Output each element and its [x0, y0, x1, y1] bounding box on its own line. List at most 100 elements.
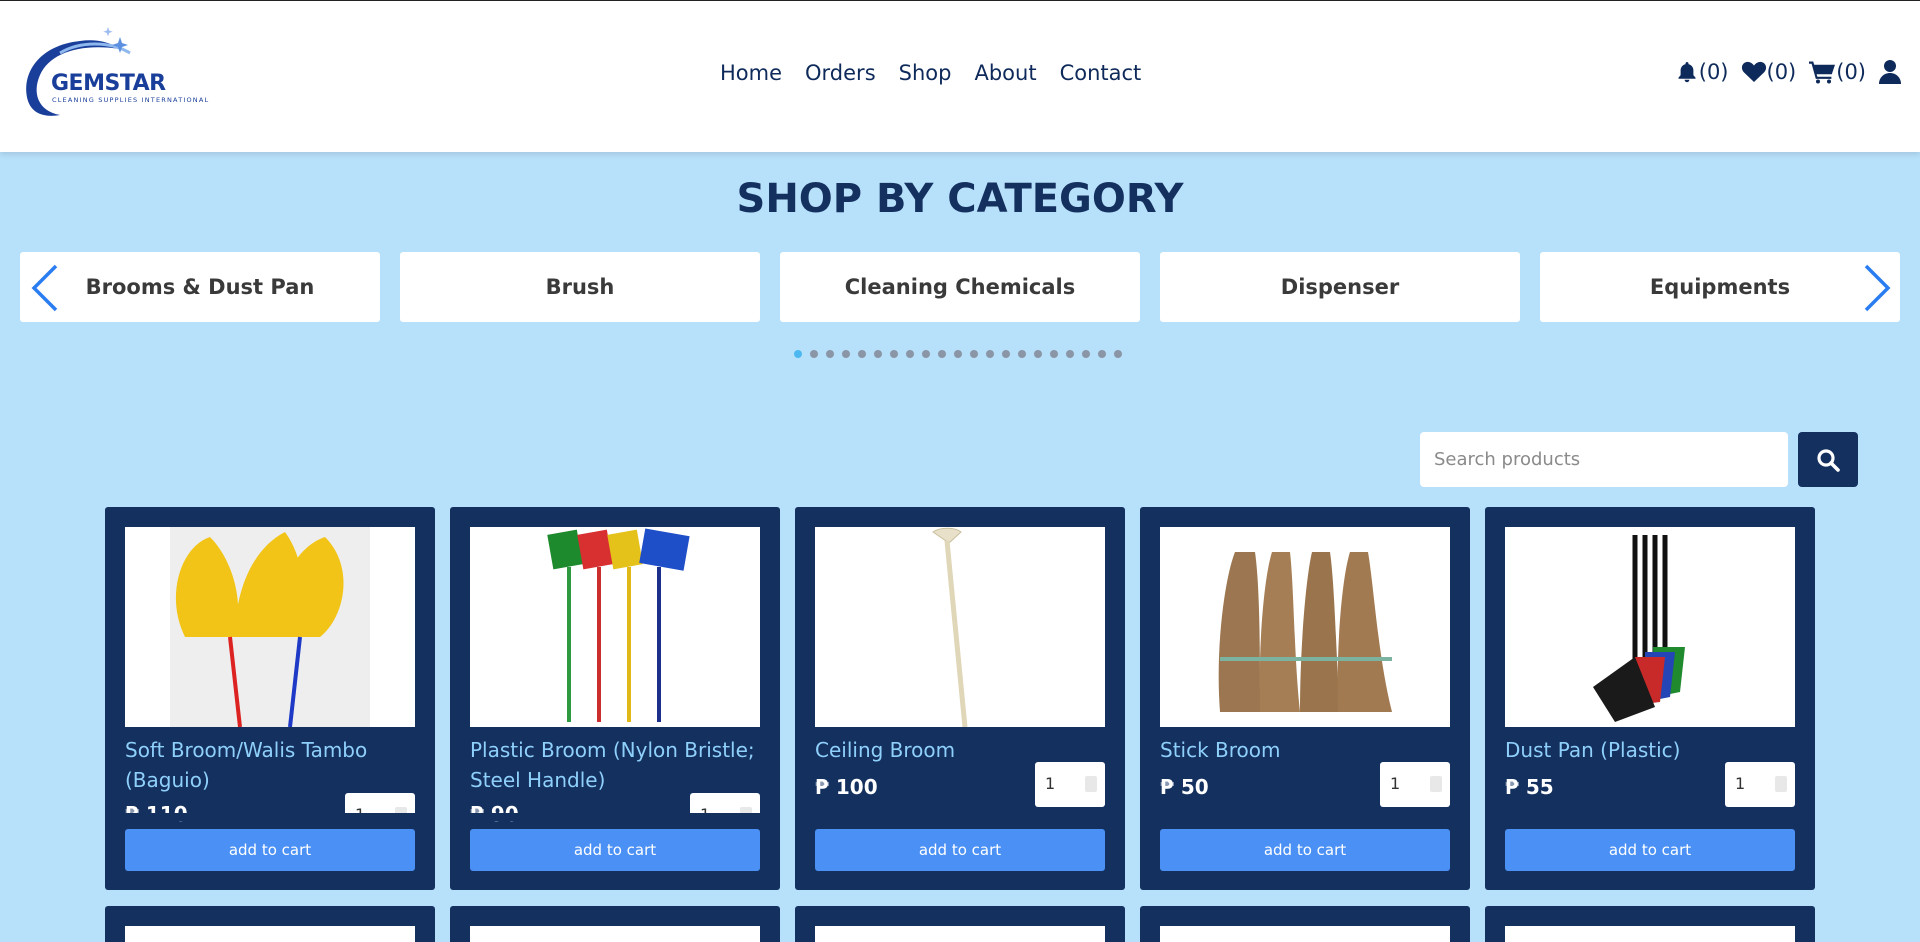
- product-name: Dust Pan (Plastic): [1505, 738, 1681, 762]
- carousel-dot[interactable]: [1034, 350, 1042, 358]
- carousel-dot[interactable]: [842, 350, 850, 358]
- product-price: ₱ 100: [815, 775, 878, 799]
- spinner-arrows-icon[interactable]: [1085, 776, 1097, 792]
- product-card: [450, 906, 780, 942]
- wishlist-count: (0): [1766, 60, 1797, 84]
- carousel-dot[interactable]: [874, 350, 882, 358]
- add-to-cart-button[interactable]: add to cart: [470, 829, 760, 871]
- search-input[interactable]: [1420, 432, 1788, 487]
- product-card: [1140, 906, 1470, 942]
- category-label: Cleaning Chemicals: [844, 275, 1076, 299]
- add-to-cart-button[interactable]: add to cart: [1160, 829, 1450, 871]
- add-to-cart-button[interactable]: add to cart: [125, 829, 415, 871]
- user-icon: [1879, 60, 1901, 84]
- carousel-prev-arrow-icon[interactable]: [30, 264, 60, 312]
- carousel-dot[interactable]: [986, 350, 994, 358]
- carousel-dot[interactable]: [890, 350, 898, 358]
- product-name: Plastic Broom (Nylon Bristle; Steel Hand…: [470, 738, 755, 792]
- product-image[interactable]: [1505, 926, 1795, 942]
- header-icons: (0) (0) (0): [1675, 59, 1902, 85]
- product-image[interactable]: [125, 926, 415, 942]
- nav-contact-link[interactable]: Contact: [1060, 61, 1142, 85]
- product-image[interactable]: [815, 926, 1105, 942]
- notifications-count: (0): [1698, 60, 1729, 84]
- carousel-dot[interactable]: [970, 350, 978, 358]
- carousel-dot[interactable]: [1018, 350, 1026, 358]
- product-name: Stick Broom: [1160, 738, 1281, 762]
- category-label: Dispenser: [1280, 275, 1400, 299]
- product-price: ₱ 50: [1160, 775, 1209, 799]
- notifications-button[interactable]: (0): [1675, 60, 1729, 84]
- category-label: Equipments: [1649, 275, 1791, 299]
- brand-tagline: CLEANING SUPPLIES INTERNATIONAL: [52, 96, 210, 104]
- category-label: Brush: [545, 275, 615, 299]
- category-card-brush[interactable]: Brush: [400, 252, 760, 322]
- carousel-dot[interactable]: [922, 350, 930, 358]
- product-name: Soft Broom/Walis Tambo (Baguio): [125, 738, 368, 792]
- spinner-arrows-icon[interactable]: [1775, 776, 1787, 792]
- product-image[interactable]: [1505, 527, 1795, 727]
- card-overflow-clip: [105, 813, 435, 821]
- quantity-value: 1: [1735, 774, 1746, 793]
- product-image[interactable]: [1160, 527, 1450, 727]
- ceiling-broom-image: [932, 527, 968, 727]
- category-label: Brooms & Dust Pan: [85, 275, 315, 299]
- carousel-dot[interactable]: [954, 350, 962, 358]
- main-nav: Home Orders Shop About Contact: [720, 61, 1141, 85]
- category-card-dispenser[interactable]: Dispenser: [1160, 252, 1520, 322]
- quantity-stepper[interactable]: 1: [1035, 762, 1105, 807]
- add-to-cart-button[interactable]: add to cart: [1505, 829, 1795, 871]
- stick-broom-image: [1218, 552, 1392, 712]
- quantity-stepper[interactable]: 1: [1380, 762, 1450, 807]
- carousel-dot[interactable]: [938, 350, 946, 358]
- search-icon: [1817, 448, 1840, 472]
- carousel-dot[interactable]: [794, 350, 802, 358]
- carousel-dot[interactable]: [1002, 350, 1010, 358]
- carousel-dot[interactable]: [1098, 350, 1106, 358]
- search-button[interactable]: [1798, 432, 1858, 487]
- nav-about-link[interactable]: About: [974, 61, 1036, 85]
- carousel-next-arrow-icon[interactable]: [1862, 264, 1892, 312]
- bell-icon: [1678, 62, 1696, 83]
- product-image[interactable]: [470, 926, 760, 942]
- product-card: [795, 906, 1125, 942]
- product-image[interactable]: [1160, 926, 1450, 942]
- add-to-cart-button[interactable]: add to cart: [815, 829, 1105, 871]
- product-price: ₱ 55: [1505, 775, 1554, 799]
- carousel-pagination: [794, 350, 1122, 358]
- dust-pan-image: [1593, 535, 1685, 722]
- account-button[interactable]: [1878, 59, 1902, 85]
- cart-button[interactable]: (0): [1808, 60, 1866, 84]
- cart-icon: [1809, 61, 1836, 84]
- carousel-dot[interactable]: [1066, 350, 1074, 358]
- category-card-equipments[interactable]: Equipments: [1540, 252, 1900, 322]
- quantity-stepper[interactable]: 1: [1725, 762, 1795, 807]
- nav-home-link[interactable]: Home: [720, 61, 782, 85]
- carousel-dot[interactable]: [858, 350, 866, 358]
- carousel-dot[interactable]: [1050, 350, 1058, 358]
- category-card-cleaning-chemicals[interactable]: Cleaning Chemicals: [780, 252, 1140, 322]
- plastic-broom-image: [547, 528, 690, 722]
- product-image[interactable]: [815, 527, 1105, 727]
- carousel-dot[interactable]: [826, 350, 834, 358]
- product-card: Dust Pan (Plastic) ₱ 55 1 add to cart: [1485, 507, 1815, 890]
- wishlist-button[interactable]: (0): [1741, 60, 1797, 84]
- product-card: [105, 906, 435, 942]
- category-card-brooms[interactable]: Brooms & Dust Pan: [20, 252, 380, 322]
- nav-shop-link[interactable]: Shop: [899, 61, 952, 85]
- carousel-dot[interactable]: [906, 350, 914, 358]
- product-image[interactable]: [125, 527, 415, 727]
- product-image[interactable]: [470, 527, 760, 727]
- product-card: Ceiling Broom ₱ 100 1 add to cart: [795, 507, 1125, 890]
- nav-orders-link[interactable]: Orders: [805, 61, 876, 85]
- heart-icon: [1741, 61, 1766, 82]
- spinner-arrows-icon[interactable]: [1430, 776, 1442, 792]
- card-overflow-clip: [450, 813, 780, 821]
- product-card: [1485, 906, 1815, 942]
- site-header: GEMSTAR CLEANING SUPPLIES INTERNATIONAL …: [0, 0, 1920, 152]
- gemstar-logo[interactable]: GEMSTAR CLEANING SUPPLIES INTERNATIONAL: [20, 23, 230, 123]
- carousel-dot[interactable]: [1114, 350, 1122, 358]
- brand-name: GEMSTAR: [51, 71, 166, 96]
- carousel-dot[interactable]: [1082, 350, 1090, 358]
- carousel-dot[interactable]: [810, 350, 818, 358]
